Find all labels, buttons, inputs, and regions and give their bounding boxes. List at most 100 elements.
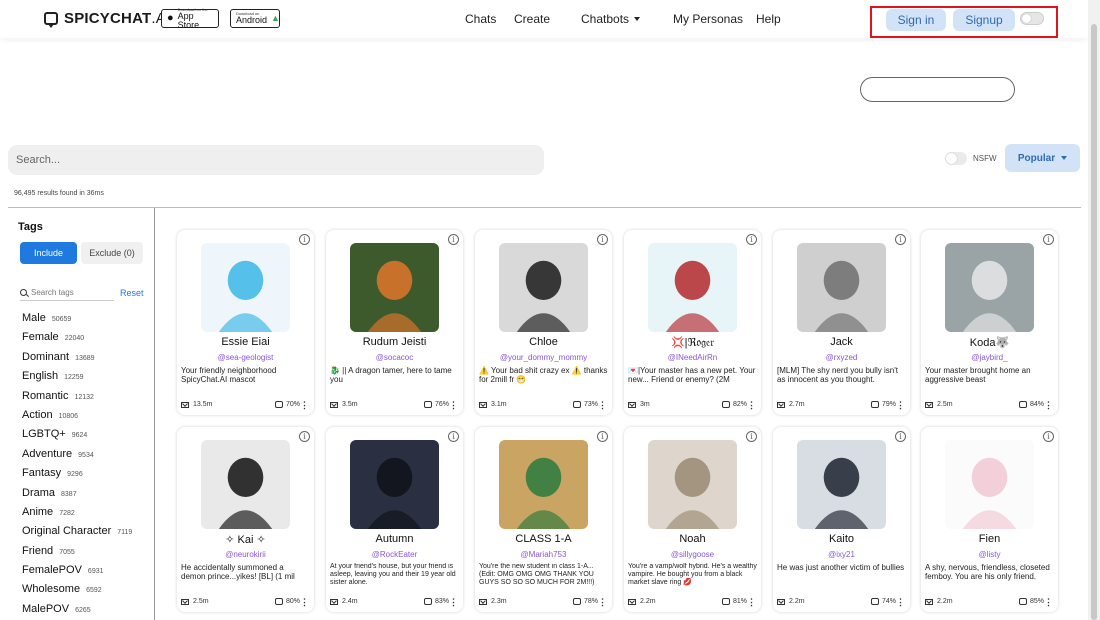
include-button[interactable]: Include — [20, 242, 77, 264]
character-card[interactable]: i Jack @rxyzed [MLM] The shy nerd you bu… — [773, 230, 910, 415]
tag-item[interactable]: Male 50659 — [22, 312, 132, 331]
info-icon[interactable]: i — [895, 431, 906, 442]
nav-my-personas[interactable]: My Personas — [673, 12, 743, 26]
character-card[interactable]: i CLASS 1-A @Mariah753 You're the new st… — [475, 427, 612, 612]
more-options-icon[interactable]: ⋮ — [747, 598, 756, 607]
reset-link[interactable]: Reset — [120, 288, 144, 298]
nsfw-toggle[interactable] — [945, 152, 967, 165]
character-description: You're the new student in class 1-A... (… — [479, 563, 595, 586]
character-card[interactable]: i Rudum Jeisti @socacoc 🐉 || A dragon ta… — [326, 230, 463, 415]
creator-handle[interactable]: @INeedAirRn — [626, 353, 759, 362]
scrollbar[interactable] — [1088, 0, 1100, 620]
info-icon[interactable]: i — [597, 234, 608, 245]
nav-help[interactable]: Help — [756, 12, 781, 26]
character-card[interactable]: i Kaito @ixy21 He was just another victi… — [773, 427, 910, 612]
info-icon[interactable]: i — [746, 431, 757, 442]
character-card[interactable]: i Chloe @your_dommy_mommy ⚠️ Your bad sh… — [475, 230, 612, 415]
card-footer: 2.2m 74% ⋮ — [777, 598, 906, 608]
character-card[interactable]: i Koda🐺 @jaybird_ Your master brought ho… — [921, 230, 1058, 415]
info-icon[interactable]: i — [448, 234, 459, 245]
more-options-icon[interactable]: ⋮ — [896, 401, 905, 410]
thumbs-up-icon — [274, 401, 283, 408]
more-options-icon[interactable]: ⋮ — [449, 598, 458, 607]
app-store-badge[interactable]: ● Download on the App Store — [161, 7, 219, 29]
sign-in-button[interactable]: Sign in — [886, 9, 946, 31]
info-icon[interactable]: i — [1043, 431, 1054, 442]
creator-handle[interactable]: @sillygoose — [626, 550, 759, 559]
tag-count: 6592 — [86, 587, 102, 595]
tag-item[interactable]: FemalePOV 6931 — [22, 564, 132, 583]
more-options-icon[interactable]: ⋮ — [598, 598, 607, 607]
creator-handle[interactable]: @neurokirii — [179, 550, 312, 559]
info-icon[interactable]: i — [299, 234, 310, 245]
more-options-icon[interactable]: ⋮ — [896, 598, 905, 607]
more-options-icon[interactable]: ⋮ — [300, 401, 309, 410]
more-options-icon[interactable]: ⋮ — [300, 598, 309, 607]
creator-handle[interactable]: @sea-geologist — [179, 353, 312, 362]
creator-handle[interactable]: @ixy21 — [775, 550, 908, 559]
info-icon[interactable]: i — [1043, 234, 1054, 245]
tag-name: Original Character — [22, 525, 112, 538]
more-options-icon[interactable]: ⋮ — [1044, 598, 1053, 607]
tags-sidebar: Tags Include Exclude (0) Search tags Res… — [8, 208, 155, 620]
character-description: Your master brought home an aggressive b… — [925, 366, 1031, 384]
nav-chatbots-dropdown[interactable]: Chatbots — [581, 12, 641, 26]
tag-item[interactable]: Adventure 9534 — [22, 448, 132, 467]
thumbs-up-icon — [1018, 598, 1027, 605]
more-options-icon[interactable]: ⋮ — [1044, 401, 1053, 410]
character-card[interactable]: i Noah @sillygoose You're a vamp/wolf hy… — [624, 427, 761, 612]
tag-name: Fantasy — [22, 467, 62, 480]
scrollbar-thumb[interactable] — [1091, 24, 1097, 620]
logo[interactable]: SPICYCHAT.AI — [44, 10, 170, 28]
tag-item[interactable]: Original Character 7119 — [22, 525, 132, 544]
tag-item[interactable]: LGBTQ+ 9624 — [22, 428, 132, 447]
tag-item[interactable]: English 12259 — [22, 370, 132, 389]
more-options-icon[interactable]: ⋮ — [449, 401, 458, 410]
theme-toggle[interactable] — [1020, 12, 1044, 25]
tag-item[interactable]: Anime 7282 — [22, 506, 132, 525]
android-robot-icon: ▲ — [271, 13, 280, 23]
tag-search-input[interactable]: Search tags — [20, 284, 114, 301]
creator-handle[interactable]: @your_dommy_mommy — [477, 353, 610, 362]
creator-handle[interactable]: @rxyzed — [775, 353, 908, 362]
nav-chats[interactable]: Chats — [465, 12, 496, 26]
creator-handle[interactable]: @jaybird_ — [923, 353, 1056, 362]
more-options-icon[interactable]: ⋮ — [747, 401, 756, 410]
tag-item[interactable]: Drama 8387 — [22, 487, 132, 506]
message-count: 2.5m — [937, 401, 953, 408]
rating: 70% — [285, 401, 300, 408]
character-card[interactable]: i ✧ Kai ✧ @neurokirii He accidentally su… — [177, 427, 314, 612]
card-footer: 2.4m 83% ⋮ — [330, 598, 459, 608]
more-options-icon[interactable]: ⋮ — [598, 401, 607, 410]
tag-item[interactable]: Wholesome 6592 — [22, 583, 132, 602]
tag-item[interactable]: Female 22040 — [22, 331, 132, 350]
sort-dropdown[interactable]: Popular — [1005, 144, 1080, 172]
brand-name: SPICYCHAT — [64, 10, 152, 27]
search-input[interactable] — [8, 145, 544, 175]
signup-button[interactable]: Signup — [953, 9, 1015, 31]
creator-handle[interactable]: @listy — [923, 550, 1056, 559]
character-card[interactable]: i Fien @listy A shy, nervous, friendless… — [921, 427, 1058, 612]
info-icon[interactable]: i — [895, 234, 906, 245]
character-card[interactable]: i Essie Eiai @sea-geologist Your friendl… — [177, 230, 314, 415]
character-card[interactable]: i Autumn @RockEater At your friend's hou… — [326, 427, 463, 612]
info-icon[interactable]: i — [746, 234, 757, 245]
info-icon[interactable]: i — [597, 431, 608, 442]
exclude-button[interactable]: Exclude (0) — [81, 242, 143, 264]
creator-handle[interactable]: @RockEater — [328, 550, 461, 559]
tag-count: 6931 — [87, 568, 104, 576]
info-icon[interactable]: i — [448, 431, 459, 442]
tag-item[interactable]: Fantasy 9296 — [22, 467, 132, 486]
tag-item[interactable]: Romantic 12132 — [22, 390, 132, 409]
nav-create[interactable]: Create — [514, 12, 550, 26]
empty-pill-button[interactable] — [860, 77, 1015, 102]
character-card[interactable]: i 💢|ℜ𝔬𝔤𝔢𝔯 @INeedAirRn 💌|Your master has … — [624, 230, 761, 415]
tag-item[interactable]: MalePOV 6265 — [22, 603, 132, 620]
creator-handle[interactable]: @socacoc — [328, 353, 461, 362]
tag-item[interactable]: Dominant 13689 — [22, 351, 132, 370]
tag-item[interactable]: Friend 7055 — [22, 545, 132, 564]
info-icon[interactable]: i — [299, 431, 310, 442]
tag-item[interactable]: Action 10806 — [22, 409, 132, 428]
android-badge[interactable]: Download on Android ▲ — [230, 9, 280, 28]
creator-handle[interactable]: @Mariah753 — [477, 550, 610, 559]
